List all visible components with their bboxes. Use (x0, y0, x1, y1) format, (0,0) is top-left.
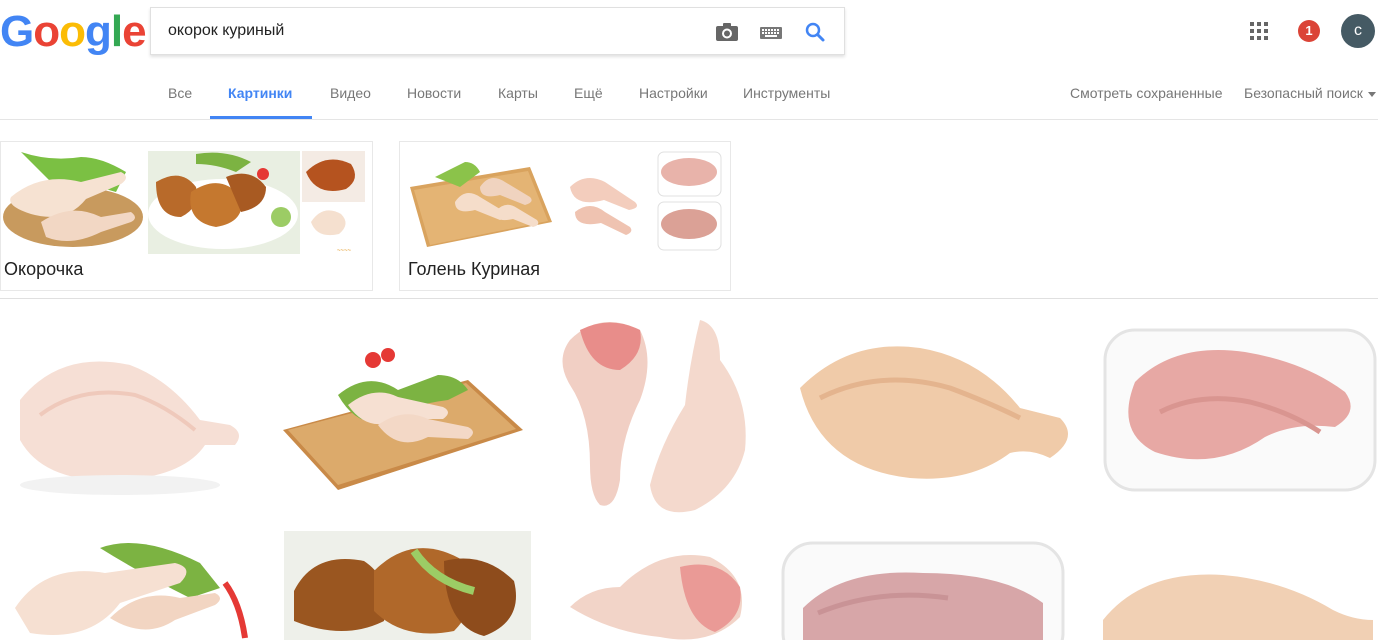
result-thumbnail[interactable] (278, 335, 530, 495)
search-input[interactable]: окорок куриный (168, 22, 284, 40)
logo-letter: o (59, 7, 86, 56)
related-card-images (400, 142, 730, 254)
saved-images-link[interactable]: Смотреть сохраненные (1070, 85, 1223, 101)
result-thumbnail[interactable] (0, 538, 258, 640)
safe-search-label: Безопасный поиск (1244, 85, 1363, 101)
keyboard-icon[interactable] (758, 20, 784, 44)
active-tab-indicator (210, 116, 312, 119)
tab-news[interactable]: Новости (407, 85, 461, 101)
chevron-down-icon (1367, 91, 1376, 97)
tab-video[interactable]: Видео (330, 85, 371, 101)
related-card-label: Голень Куриная (408, 259, 541, 279)
tab-all[interactable]: Все (168, 85, 192, 101)
tab-tools[interactable]: Инструменты (743, 85, 830, 101)
related-card-images: ~~~~ (1, 142, 372, 254)
logo-letter: o (33, 7, 60, 56)
logo-letter: g (85, 7, 112, 56)
avatar[interactable]: с (1341, 14, 1375, 48)
result-thumbnail[interactable] (1100, 322, 1378, 494)
tab-maps[interactable]: Карты (498, 85, 538, 101)
header: Google окорок куриный 1 с Все Картинки В… (0, 0, 1378, 120)
notification-badge[interactable]: 1 (1298, 20, 1320, 42)
svg-text:~~~~: ~~~~ (337, 248, 352, 254)
result-thumbnail[interactable] (560, 532, 750, 640)
result-thumbnail[interactable] (0, 320, 258, 518)
apps-grid-icon[interactable] (1249, 21, 1269, 41)
search-box[interactable]: окорок куриный (150, 7, 845, 55)
result-thumbnail[interactable] (284, 531, 531, 640)
search-icon[interactable] (802, 20, 828, 44)
tab-more[interactable]: Ещё (574, 85, 603, 101)
google-logo[interactable]: Google (0, 7, 147, 56)
logo-letter: e (122, 7, 147, 56)
result-thumbnail[interactable] (778, 538, 1068, 640)
divider (0, 298, 1378, 299)
tab-settings[interactable]: Настройки (639, 85, 708, 101)
related-card-label: Окорочка (4, 259, 84, 279)
related-search-card[interactable]: ~~~~ Окорочка (0, 141, 373, 291)
tab-images[interactable]: Картинки (228, 85, 292, 101)
safe-search-dropdown[interactable]: Безопасный поиск (1244, 85, 1376, 101)
result-thumbnail[interactable] (790, 318, 1088, 516)
result-thumbnail[interactable] (550, 310, 770, 518)
logo-letter: l (110, 7, 123, 56)
related-search-card[interactable]: Голень Куриная (399, 141, 731, 291)
logo-letter: G (0, 7, 34, 56)
result-thumbnail[interactable] (1098, 560, 1378, 640)
camera-icon[interactable] (714, 20, 740, 44)
